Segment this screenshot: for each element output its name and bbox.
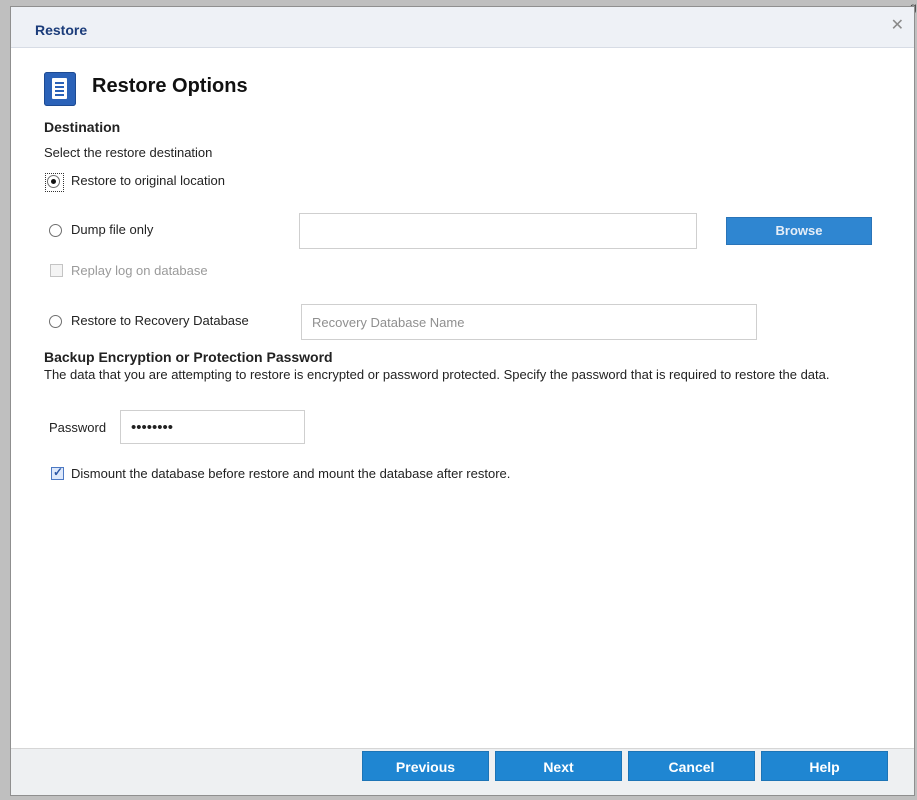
replay-log-checkbox[interactable] [50,264,63,277]
radio-recovery-database[interactable] [49,315,62,328]
restore-dialog: Restore ✕ Restore Options Destination Se… [10,6,915,796]
encryption-description: The data that you are attempting to rest… [44,367,830,382]
section-heading: Restore Options [92,75,248,97]
radio-original-location-label[interactable]: Restore to original location [71,173,225,188]
dialog-title: Restore [35,22,88,38]
password-label: Password [49,420,107,435]
destination-instruction: Select the restore destination [44,145,213,160]
previous-button[interactable]: Previous [362,751,489,781]
password-input[interactable] [120,410,305,444]
cancel-button[interactable]: Cancel [628,751,755,781]
destination-heading: Destination [44,119,121,135]
recovery-database-name-input[interactable] [301,304,757,340]
radio-recovery-database-label[interactable]: Restore to Recovery Database [71,313,249,328]
encryption-heading: Backup Encryption or Protection Password [44,349,333,365]
dismount-label[interactable]: Dismount the database before restore and… [71,466,510,481]
document-icon [44,72,76,106]
radio-original-location[interactable] [47,175,60,188]
help-button[interactable]: Help [761,751,888,781]
dialog-titlebar: Restore ✕ [11,7,914,48]
next-button[interactable]: Next [495,751,622,781]
radio-dump-file-label[interactable]: Dump file only [71,222,153,237]
dismount-checkbox[interactable] [51,465,64,480]
dump-path-input[interactable] [299,213,697,249]
radio-dump-file[interactable] [49,224,62,237]
replay-log-label: Replay log on database [71,263,208,278]
browse-button[interactable]: Browse [726,217,872,245]
close-icon[interactable]: ✕ [891,15,904,35]
